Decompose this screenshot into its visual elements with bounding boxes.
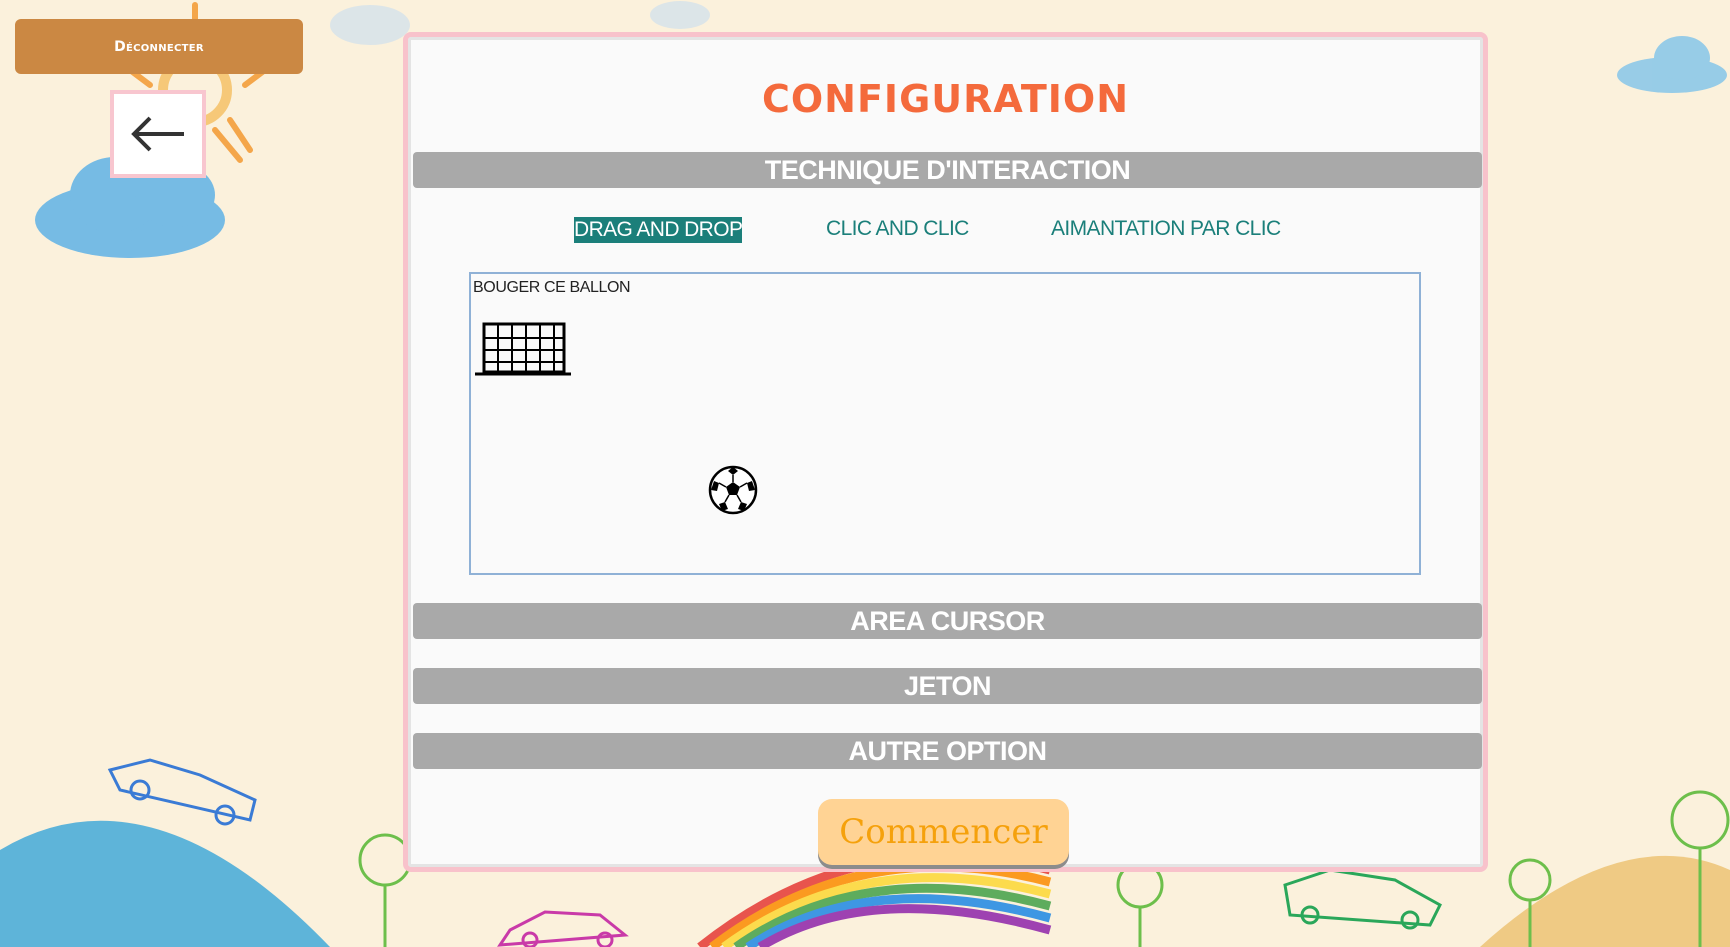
start-button[interactable]: Commencer — [818, 799, 1069, 865]
section-autre-option[interactable]: AUTRE OPTION — [413, 733, 1482, 769]
section-area-cursor[interactable]: AREA CURSOR — [413, 603, 1482, 639]
section-interaction-technique[interactable]: TECHNIQUE D'INTERACTION — [413, 152, 1482, 188]
technique-clic-and-clic[interactable]: CLIC AND CLIC — [826, 217, 969, 241]
soccer-goal-icon — [475, 322, 571, 376]
demo-instruction: BOUGER CE BALLON — [473, 279, 631, 296]
arrow-left-icon — [131, 116, 184, 152]
technique-drag-and-drop[interactable]: DRAG AND DROP — [574, 217, 743, 243]
soccer-ball-icon[interactable] — [707, 464, 759, 516]
back-button[interactable] — [110, 90, 206, 178]
section-jeton[interactable]: JETON — [413, 668, 1482, 704]
page-title: CONFIGURATION — [761, 77, 1130, 121]
technique-aimantation-par-clic[interactable]: AIMANTATION PAR CLIC — [1051, 217, 1281, 241]
configuration-panel: CONFIGURATION TECHNIQUE D'INTERACTION DR… — [403, 32, 1488, 872]
demo-area: BOUGER CE BALLON — [469, 272, 1421, 575]
disconnect-button[interactable]: Déconnecter — [15, 19, 303, 74]
